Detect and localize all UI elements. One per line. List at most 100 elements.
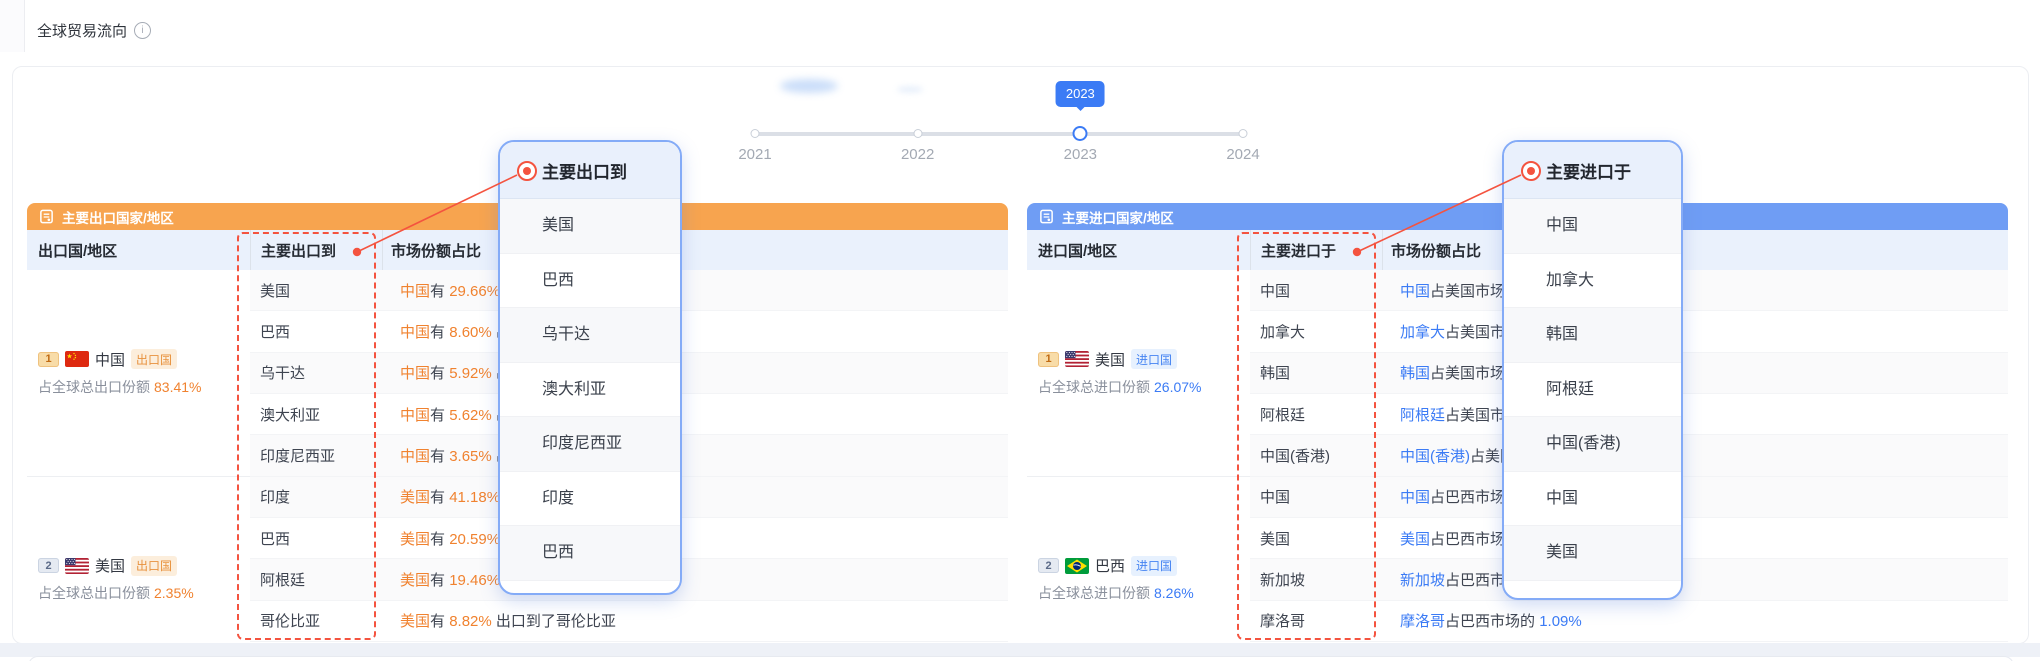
share-text-segment: 中国 (400, 324, 430, 341)
slider-dot-2021[interactable] (751, 129, 760, 138)
global-share: 占全球总出口份额2.35% (38, 583, 250, 603)
slider-dot-2024[interactable] (1239, 129, 1248, 138)
import-popup-title: 主要进口于 (1546, 158, 1631, 183)
export-popup-item[interactable]: 澳大利亚 (500, 363, 680, 418)
export-popup-item[interactable]: 乌干达 (500, 308, 680, 363)
country-name: 美国 (95, 555, 125, 576)
share-text-segment: 出口到了哥伦比亚 (492, 613, 616, 630)
year-label-2021[interactable]: 2021 (720, 146, 790, 163)
import-popup-item[interactable]: 美国 (1504, 526, 1681, 581)
import-column-header-3: 市场份额占比 (1382, 230, 2008, 270)
share-text-segment: 阿根廷 (1400, 407, 1445, 424)
import-popup-header: 主要进口于 (1504, 142, 1681, 199)
global-share-label: 占全球总出口份额 (38, 379, 150, 395)
table-doc-icon (39, 209, 54, 224)
share-text-segment: 中国(香港) (1400, 448, 1470, 465)
year-label-2023[interactable]: 2023 (1045, 146, 1115, 163)
share-text-segment: 有 (430, 531, 449, 548)
share-text-segment: 有 (430, 283, 449, 300)
country-name: 巴西 (1095, 555, 1125, 576)
slider-track[interactable] (755, 132, 1243, 136)
global-share-label: 占全球总出口份额 (38, 585, 150, 601)
role-badge: 进口国 (1131, 556, 1177, 576)
share-text-segment: 美国 (400, 531, 430, 548)
share-text-segment: 3.65% (449, 448, 492, 465)
import-popup-item[interactable]: 韩国 (1504, 308, 1681, 363)
year-label-2022[interactable]: 2022 (883, 146, 953, 163)
vertical-divider (24, 0, 25, 52)
global-share: 占全球总进口份额26.07% (1038, 377, 1250, 397)
share-text-segment: 8.60% (449, 324, 492, 341)
import-popup-item[interactable]: 中国 (1504, 199, 1681, 254)
share-text-segment: 占巴西市场的 (1445, 613, 1539, 630)
rank-badge: 1 (1038, 352, 1059, 367)
export-column-highlight-box (237, 232, 376, 640)
share-text-segment: 有 (430, 489, 449, 506)
country-group-cell: 1 美国进口国占全球总进口份额26.07% (1027, 270, 1250, 477)
share-text-segment: 中国 (400, 283, 430, 300)
flag-us-icon (65, 558, 89, 574)
country-name: 中国 (95, 349, 125, 370)
share-text-segment: 美国 (1400, 531, 1430, 548)
import-column-highlight-box (1237, 232, 1376, 640)
export-popup-item[interactable]: 印度尼西亚 (500, 417, 680, 472)
import-popup-item[interactable]: 阿根廷 (1504, 363, 1681, 418)
role-badge: 出口国 (131, 556, 177, 576)
global-share-label: 占全球总进口份额 (1038, 585, 1150, 601)
export-popup-header: 主要出口到 (500, 142, 680, 199)
table-doc-icon (1039, 209, 1054, 224)
share-text-segment: 41.18% (449, 489, 500, 506)
market-share-cell: 摩洛哥占巴西市场的 1.09% (1392, 610, 1582, 631)
market-share-cell: 美国占巴西市场的 (1392, 528, 1520, 549)
country-group-line: 2 巴西进口国 (1038, 555, 1250, 576)
slider-tooltip: 2023 年 (1056, 81, 1105, 107)
country-name: 美国 (1095, 349, 1125, 370)
global-share-value: 8.26% (1154, 585, 1194, 601)
export-popup-item[interactable]: 美国 (500, 199, 680, 254)
import-popup-item[interactable]: 中国 (1504, 472, 1681, 527)
share-text-segment: 美国 (400, 613, 430, 630)
country-group-line: 1 美国进口国 (1038, 349, 1250, 370)
flag-us-icon (1065, 351, 1089, 367)
role-badge: 进口国 (1131, 349, 1177, 369)
export-popup-item[interactable]: 印度 (500, 472, 680, 527)
export-popup-item[interactable]: 巴西 (500, 526, 680, 581)
export-column-header-1: 出口国/地区 (27, 230, 250, 270)
share-text-segment: 5.62% (449, 407, 492, 424)
rank-badge: 1 (38, 352, 59, 367)
share-text-segment: 有 (430, 448, 449, 465)
share-text-segment: 8.82% (449, 613, 492, 630)
rank-badge: 2 (38, 558, 59, 573)
share-text-segment: 29.66% (449, 283, 500, 300)
country-group-cell: 1中国出口国占全球总出口份额83.41% (27, 270, 250, 477)
share-text-segment: 美国 (400, 489, 430, 506)
global-share-value: 83.41% (154, 379, 201, 395)
export-destinations-popup: 主要出口到 美国巴西乌干达澳大利亚印度尼西亚印度巴西 (498, 140, 682, 595)
year-label-2024[interactable]: 2024 (1208, 146, 1278, 163)
info-icon[interactable]: i (134, 22, 151, 39)
import-popup-item[interactable]: 中国(香港) (1504, 417, 1681, 472)
share-text-segment: 5.92% (449, 365, 492, 382)
share-text-segment: 新加坡 (1400, 572, 1445, 589)
share-text-segment: 19.46% (449, 572, 500, 589)
global-share-value: 2.35% (154, 585, 194, 601)
share-text-segment: 20.59% (449, 531, 500, 548)
rank-badge: 2 (1038, 558, 1059, 573)
render-artifact (780, 79, 838, 93)
share-text-segment: 韩国 (1400, 365, 1430, 382)
trade-flow-page: 全球贸易流向 i 2021202220232024 2023 年 主要出口国家/… (0, 0, 2040, 661)
export-table-title: 主要出口国家/地区 (62, 207, 174, 227)
market-share-cell: 中国占美国市场的 (1392, 280, 1520, 301)
country-group-cell: 2 巴西进口国占全球总进口份额8.26% (1027, 477, 1250, 642)
share-text-segment: 有 (430, 407, 449, 424)
country-group-cell: 2 美国出口国占全球总出口份额2.35% (27, 477, 250, 642)
share-text-segment: 中国 (400, 365, 430, 382)
slider-dot-2022[interactable] (913, 129, 922, 138)
country-group-line: 1中国出口国 (38, 349, 250, 370)
import-popup-item[interactable]: 加拿大 (1504, 254, 1681, 309)
share-text-segment: 中国 (400, 448, 430, 465)
market-share-cell: 中国占巴西市场的 (1392, 486, 1520, 507)
share-text-segment: 摩洛哥 (1400, 613, 1445, 630)
global-share-value: 26.07% (1154, 379, 1201, 395)
export-popup-item[interactable]: 巴西 (500, 254, 680, 309)
